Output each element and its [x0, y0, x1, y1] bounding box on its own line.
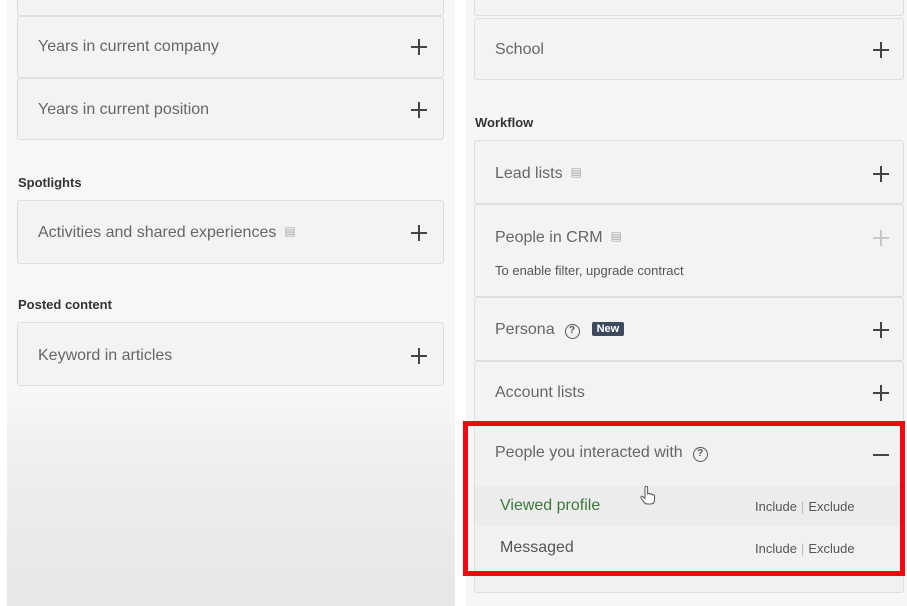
- filter-label-row: People you interacted with?: [495, 444, 708, 462]
- include-link[interactable]: Include: [755, 499, 797, 514]
- filter-school[interactable]: School: [474, 18, 904, 80]
- filter-account-lists[interactable]: Account lists: [474, 361, 904, 423]
- upgrade-note: To enable filter, upgrade contract: [495, 263, 684, 278]
- question-circle-icon[interactable]: ?: [692, 447, 708, 462]
- section-title-workflow: Workflow: [475, 115, 534, 130]
- plus-icon[interactable]: [873, 322, 889, 338]
- plus-icon[interactable]: [411, 39, 427, 55]
- filter-card-top-partial: [474, 0, 904, 16]
- filter-label: Account lists: [495, 384, 585, 401]
- filter-label: Keyword in articles: [38, 347, 173, 364]
- minus-icon[interactable]: [873, 454, 889, 456]
- left-filter-column: Years in current company Years in curren…: [7, 0, 455, 606]
- filter-label: People in CRM: [495, 229, 603, 246]
- section-title-posted-content: Posted content: [18, 297, 112, 312]
- plus-icon[interactable]: [873, 166, 889, 182]
- filter-years-in-current-company[interactable]: Years in current company: [17, 16, 444, 78]
- filter-label: School: [495, 41, 544, 58]
- filter-keyword-in-articles[interactable]: Keyword in articles: [17, 322, 444, 386]
- filter-persona[interactable]: Persona? New: [474, 297, 904, 361]
- option-row-messaged[interactable]: Messaged Include | Exclude: [475, 528, 903, 568]
- plus-icon[interactable]: [411, 225, 427, 241]
- option-label: Messaged: [500, 539, 574, 556]
- filter-label-row: Lead lists ▤: [495, 165, 582, 183]
- filter-label: Persona: [495, 321, 555, 338]
- divider: |: [800, 499, 805, 514]
- exclude-link[interactable]: Exclude: [808, 499, 854, 514]
- exclude-link[interactable]: Exclude: [808, 541, 854, 556]
- filter-label-row: Persona? New: [495, 321, 625, 339]
- section-title-spotlights: Spotlights: [18, 175, 82, 190]
- plus-icon: [873, 230, 889, 246]
- include-exclude-links: Include | Exclude: [755, 499, 855, 514]
- option-label: Viewed profile: [500, 497, 601, 514]
- question-circle-icon[interactable]: ?: [564, 324, 580, 339]
- divider: |: [800, 541, 805, 556]
- filter-lead-lists[interactable]: Lead lists ▤: [474, 140, 904, 204]
- pin-icon: ▤: [284, 224, 296, 238]
- hand-cursor-icon: [640, 486, 655, 505]
- include-exclude-links: Include | Exclude: [755, 541, 855, 556]
- include-link[interactable]: Include: [755, 541, 797, 556]
- filter-label: Years in current position: [38, 101, 210, 118]
- filter-label: People you interacted with: [495, 444, 683, 461]
- option-row-viewed-profile[interactable]: Viewed profile Include | Exclude: [475, 486, 903, 526]
- filter-label-row: People in CRM ▤: [495, 229, 622, 247]
- filter-label: Lead lists: [495, 165, 563, 182]
- filter-activities-and-shared-experiences[interactable]: Activities and shared experiences ▤: [17, 200, 444, 264]
- plus-icon[interactable]: [873, 385, 889, 401]
- filter-label: Activities and shared experiences: [38, 224, 277, 241]
- filter-years-in-current-position[interactable]: Years in current position: [17, 78, 444, 140]
- right-filter-column: School Workflow Lead lists ▤ People in CR…: [466, 0, 907, 606]
- filter-people-in-crm: People in CRM ▤ To enable filter, upgrade…: [474, 204, 904, 297]
- filter-card-top-partial: [17, 0, 444, 16]
- plus-icon[interactable]: [411, 102, 427, 118]
- plus-icon[interactable]: [411, 348, 427, 364]
- filter-people-you-interacted-with: People you interacted with? Viewed profi…: [474, 423, 904, 593]
- filter-label: Years in current company: [38, 38, 219, 55]
- filter-label-row: Activities and shared experiences ▤: [38, 224, 296, 242]
- plus-icon[interactable]: [873, 42, 889, 58]
- new-badge: New: [591, 322, 625, 336]
- pin-icon: ▤: [610, 229, 622, 243]
- pin-icon: ▤: [570, 165, 582, 179]
